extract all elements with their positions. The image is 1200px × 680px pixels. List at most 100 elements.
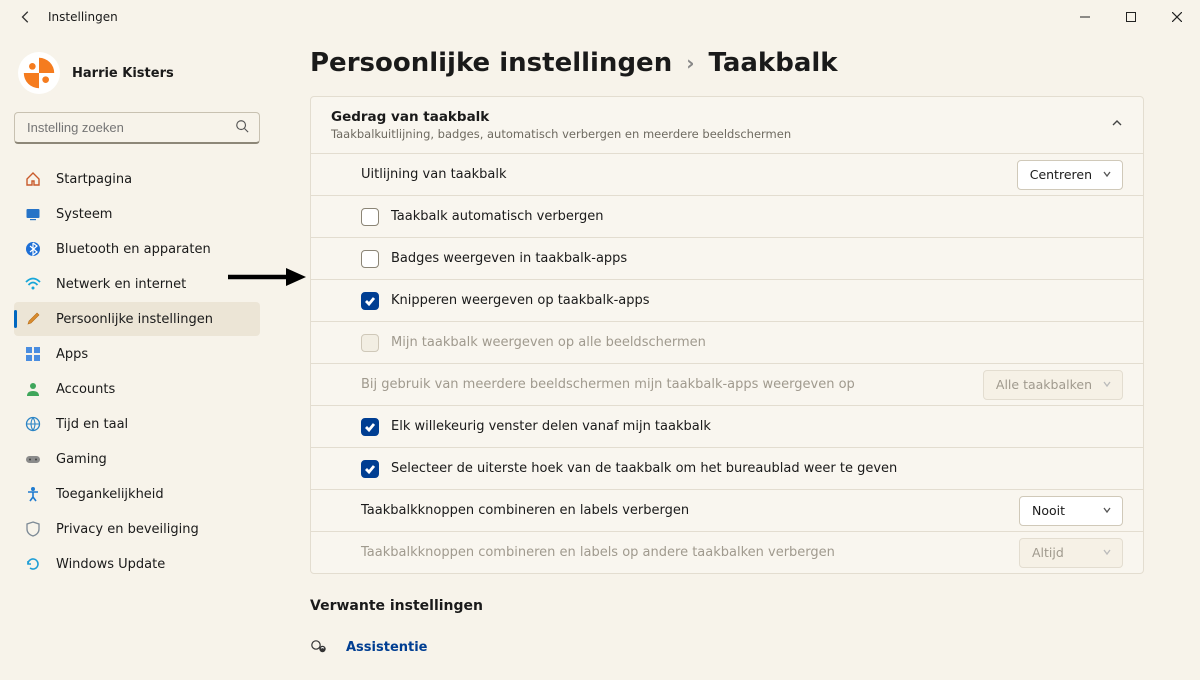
- search-input[interactable]: [25, 119, 235, 136]
- chevron-down-icon: [1102, 503, 1112, 518]
- checkbox[interactable]: [361, 292, 379, 310]
- sidebar-item-system[interactable]: Systeem: [14, 197, 260, 231]
- row-flashing[interactable]: Knipperen weergeven op taakbalk-apps: [311, 279, 1143, 321]
- select-value: Centreren: [1030, 167, 1092, 182]
- search-icon: [235, 119, 249, 137]
- assist-icon: [310, 636, 328, 658]
- person-icon: [24, 380, 42, 398]
- select-value: Altijd: [1032, 545, 1064, 560]
- row-combine: Taakbalkknoppen combineren en labels ver…: [311, 489, 1143, 531]
- nav: Startpagina Systeem Bluetooth en apparat…: [14, 162, 260, 581]
- sidebar-item-update[interactable]: Windows Update: [14, 547, 260, 581]
- chevron-up-icon: [1111, 117, 1123, 133]
- content: Persoonlijke instellingen › Taakbalk Ged…: [270, 34, 1200, 680]
- titlebar: Instellingen: [0, 0, 1200, 34]
- back-button[interactable]: [12, 3, 40, 31]
- apps-icon: [24, 345, 42, 363]
- chevron-down-icon: [1102, 377, 1112, 392]
- combine-other-select: Altijd: [1019, 538, 1123, 568]
- sidebar-item-label: Tijd en taal: [56, 417, 128, 432]
- group-title: Gedrag van taakbalk: [331, 109, 791, 125]
- sidebar-item-label: Privacy en beveiliging: [56, 522, 199, 537]
- globe-icon: [24, 415, 42, 433]
- sidebar-item-label: Systeem: [56, 207, 112, 222]
- checkbox: [361, 334, 379, 352]
- row-label: Uitlijning van taakbalk: [361, 167, 506, 182]
- sidebar-item-apps[interactable]: Apps: [14, 337, 260, 371]
- user-name: Harrie Kisters: [72, 66, 174, 81]
- row-label: Taakbalkknoppen combineren en labels ver…: [361, 503, 689, 518]
- row-label: Taakbalk automatisch verbergen: [391, 209, 604, 224]
- close-button[interactable]: [1154, 0, 1200, 34]
- row-badges[interactable]: Badges weergeven in taakbalk-apps: [311, 237, 1143, 279]
- bluetooth-icon: [24, 240, 42, 258]
- checkbox[interactable]: [361, 460, 379, 478]
- alignment-select[interactable]: Centreren: [1017, 160, 1123, 190]
- sidebar-item-accounts[interactable]: Accounts: [14, 372, 260, 406]
- maximize-button[interactable]: [1108, 0, 1154, 34]
- sidebar-item-label: Persoonlijke instellingen: [56, 312, 213, 327]
- sidebar-item-gaming[interactable]: Gaming: [14, 442, 260, 476]
- sidebar-item-label: Gaming: [56, 452, 107, 467]
- checkbox[interactable]: [361, 418, 379, 436]
- row-share-window[interactable]: Elk willekeurig venster delen vanaf mijn…: [311, 405, 1143, 447]
- search-box[interactable]: [14, 112, 260, 144]
- sidebar-item-label: Windows Update: [56, 557, 165, 572]
- profile[interactable]: Harrie Kisters: [14, 46, 260, 112]
- checkbox[interactable]: [361, 208, 379, 226]
- row-label: Elk willekeurig venster delen vanaf mijn…: [391, 419, 711, 434]
- checkbox[interactable]: [361, 250, 379, 268]
- breadcrumb: Persoonlijke instellingen › Taakbalk: [310, 48, 1144, 78]
- sidebar-item-home[interactable]: Startpagina: [14, 162, 260, 196]
- brush-icon: [24, 310, 42, 328]
- sidebar-item-accessibility[interactable]: Toegankelijkheid: [14, 477, 260, 511]
- sidebar-item-label: Netwerk en internet: [56, 277, 186, 292]
- row-desktop-corner[interactable]: Selecteer de uiterste hoek van de taakba…: [311, 447, 1143, 489]
- select-value: Nooit: [1032, 503, 1065, 518]
- row-label: Taakbalkknoppen combineren en labels op …: [361, 545, 835, 560]
- related-settings-title: Verwante instellingen: [310, 598, 1144, 614]
- assist-link[interactable]: Assistentie: [310, 632, 1144, 662]
- row-alignment: Uitlijning van taakbalk Centreren: [311, 153, 1143, 195]
- taskbar-behavior-group: Gedrag van taakbalk Taakbalkuitlijning, …: [310, 96, 1144, 574]
- chevron-right-icon: ›: [686, 51, 694, 75]
- sidebar-item-label: Apps: [56, 347, 88, 362]
- group-header[interactable]: Gedrag van taakbalk Taakbalkuitlijning, …: [311, 97, 1143, 153]
- row-label: Knipperen weergeven op taakbalk-apps: [391, 293, 650, 308]
- row-multi-display-apps: Bij gebruik van meerdere beeldschermen m…: [311, 363, 1143, 405]
- multi-display-select: Alle taakbalken: [983, 370, 1123, 400]
- breadcrumb-current: Taakbalk: [708, 48, 837, 78]
- assist-label: Assistentie: [346, 640, 428, 655]
- row-combine-other: Taakbalkknoppen combineren en labels op …: [311, 531, 1143, 573]
- avatar: [18, 52, 60, 94]
- sidebar-item-label: Bluetooth en apparaten: [56, 242, 211, 257]
- update-icon: [24, 555, 42, 573]
- wifi-icon: [24, 275, 42, 293]
- combine-select[interactable]: Nooit: [1019, 496, 1123, 526]
- sidebar-item-privacy[interactable]: Privacy en beveiliging: [14, 512, 260, 546]
- row-all-displays: Mijn taakbalk weergeven op alle beeldsch…: [311, 321, 1143, 363]
- chevron-down-icon: [1102, 167, 1112, 182]
- home-icon: [24, 170, 42, 188]
- row-label: Selecteer de uiterste hoek van de taakba…: [391, 461, 897, 476]
- minimize-button[interactable]: [1062, 0, 1108, 34]
- breadcrumb-parent[interactable]: Persoonlijke instellingen: [310, 48, 672, 78]
- row-label: Badges weergeven in taakbalk-apps: [391, 251, 627, 266]
- gamepad-icon: [24, 450, 42, 468]
- system-icon: [24, 205, 42, 223]
- chevron-down-icon: [1102, 545, 1112, 560]
- sidebar-item-network[interactable]: Netwerk en internet: [14, 267, 260, 301]
- row-auto-hide[interactable]: Taakbalk automatisch verbergen: [311, 195, 1143, 237]
- sidebar-item-label: Accounts: [56, 382, 115, 397]
- sidebar-item-label: Toegankelijkheid: [56, 487, 164, 502]
- shield-icon: [24, 520, 42, 538]
- window-controls: [1062, 0, 1200, 34]
- sidebar-item-label: Startpagina: [56, 172, 132, 187]
- group-subtitle: Taakbalkuitlijning, badges, automatisch …: [331, 127, 791, 141]
- sidebar-item-time[interactable]: Tijd en taal: [14, 407, 260, 441]
- select-value: Alle taakbalken: [996, 377, 1092, 392]
- app-title: Instellingen: [48, 10, 118, 24]
- row-label: Mijn taakbalk weergeven op alle beeldsch…: [391, 335, 706, 350]
- sidebar-item-personalization[interactable]: Persoonlijke instellingen: [14, 302, 260, 336]
- sidebar-item-bluetooth[interactable]: Bluetooth en apparaten: [14, 232, 260, 266]
